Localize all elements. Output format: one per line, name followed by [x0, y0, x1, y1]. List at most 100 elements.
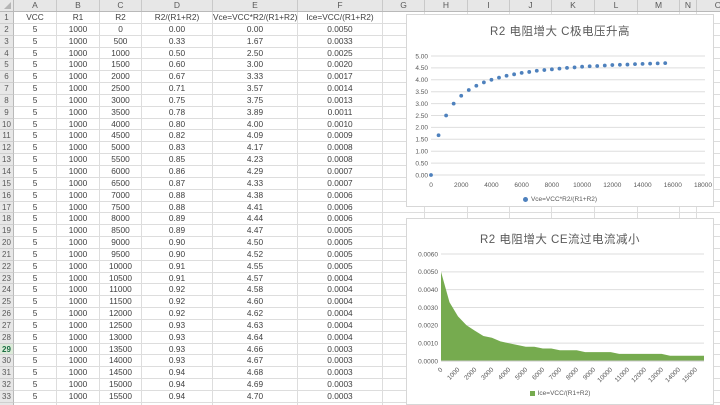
cell[interactable]: 14000: [100, 355, 142, 367]
select-all-corner[interactable]: [0, 0, 14, 11]
cell[interactable]: 0.0005: [298, 261, 383, 273]
cell[interactable]: 0.88: [142, 202, 213, 214]
row-header-22[interactable]: 22: [0, 261, 14, 273]
cell[interactable]: 0.94: [142, 367, 213, 379]
row-header-4[interactable]: 4: [0, 48, 14, 60]
cell[interactable]: 0.93: [142, 355, 213, 367]
cell[interactable]: 0.89: [142, 225, 213, 237]
cell[interactable]: 4.62: [213, 308, 298, 320]
cell[interactable]: 0.0020: [298, 59, 383, 71]
cell[interactable]: 1000: [100, 48, 142, 60]
row-header-19[interactable]: 19: [0, 225, 14, 237]
cell[interactable]: 0.0008: [298, 154, 383, 166]
column-header-k[interactable]: K: [552, 0, 595, 11]
cell[interactable]: 0: [100, 24, 142, 36]
row-header-31[interactable]: 31: [0, 367, 14, 379]
cell[interactable]: 0.71: [142, 83, 213, 95]
row-header-25[interactable]: 25: [0, 296, 14, 308]
row-header-2[interactable]: 2: [0, 24, 14, 36]
cell[interactable]: 0.0005: [298, 225, 383, 237]
cell[interactable]: VCC: [14, 12, 57, 24]
cell[interactable]: 4.09: [213, 130, 298, 142]
cell[interactable]: 0.93: [142, 344, 213, 356]
row-header-1[interactable]: 1: [0, 12, 14, 24]
cell[interactable]: 0.85: [142, 154, 213, 166]
cell[interactable]: 1000: [57, 308, 100, 320]
cell[interactable]: 7500: [100, 202, 142, 214]
cell[interactable]: 4500: [100, 130, 142, 142]
cell[interactable]: 1000: [57, 36, 100, 48]
cell[interactable]: 1.67: [213, 36, 298, 48]
cell[interactable]: 5: [14, 130, 57, 142]
row-header-10[interactable]: 10: [0, 119, 14, 131]
cell[interactable]: 0.78: [142, 107, 213, 119]
cell[interactable]: R1: [57, 12, 100, 24]
cell[interactable]: 1000: [57, 225, 100, 237]
cell[interactable]: 5: [14, 213, 57, 225]
cell[interactable]: 4000: [100, 119, 142, 131]
cell[interactable]: 0.0006: [298, 202, 383, 214]
cell[interactable]: R2: [100, 12, 142, 24]
cell[interactable]: Ice=VCC/(R1+R2): [298, 12, 383, 24]
cell[interactable]: 1000: [57, 48, 100, 60]
cell[interactable]: 0.92: [142, 284, 213, 296]
cell[interactable]: 4.57: [213, 273, 298, 285]
cell[interactable]: 5: [14, 71, 57, 83]
cell[interactable]: 1000: [57, 154, 100, 166]
cell[interactable]: 0.90: [142, 249, 213, 261]
cell[interactable]: 1000: [57, 332, 100, 344]
row-header-21[interactable]: 21: [0, 249, 14, 261]
column-header-o[interactable]: O: [697, 0, 720, 11]
cell[interactable]: 0.0004: [298, 284, 383, 296]
row-header-18[interactable]: 18: [0, 213, 14, 225]
cell[interactable]: 0.0004: [298, 332, 383, 344]
cell[interactable]: 5: [14, 379, 57, 391]
cell[interactable]: 5: [14, 261, 57, 273]
cell[interactable]: 0.0004: [298, 296, 383, 308]
cell[interactable]: 0.92: [142, 296, 213, 308]
row-header-28[interactable]: 28: [0, 332, 14, 344]
cell[interactable]: 0.82: [142, 130, 213, 142]
cell[interactable]: 1000: [57, 178, 100, 190]
cell[interactable]: 1000: [57, 95, 100, 107]
cell[interactable]: 0.90: [142, 237, 213, 249]
cell[interactable]: 0.0013: [298, 95, 383, 107]
row-header-27[interactable]: 27: [0, 320, 14, 332]
cell[interactable]: 0.50: [142, 48, 213, 60]
cell[interactable]: 5: [14, 332, 57, 344]
column-header-l[interactable]: L: [595, 0, 638, 11]
cell[interactable]: 4.58: [213, 284, 298, 296]
cell[interactable]: 1000: [57, 83, 100, 95]
cell[interactable]: R2/(R1+R2): [142, 12, 213, 24]
cell[interactable]: 0.0025: [298, 48, 383, 60]
cell[interactable]: 5: [14, 178, 57, 190]
row-header-32[interactable]: 32: [0, 379, 14, 391]
cell[interactable]: 1000: [57, 320, 100, 332]
cell[interactable]: 4.50: [213, 237, 298, 249]
row-header-11[interactable]: 11: [0, 130, 14, 142]
row-header-26[interactable]: 26: [0, 308, 14, 320]
cell[interactable]: 3000: [100, 95, 142, 107]
cell[interactable]: 0.0004: [298, 273, 383, 285]
cell[interactable]: 1000: [57, 119, 100, 131]
cell[interactable]: 12500: [100, 320, 142, 332]
cell[interactable]: 0.0004: [298, 308, 383, 320]
column-header-d[interactable]: D: [142, 0, 213, 11]
chart-ice-area[interactable]: 0.00000.00100.00200.00300.00400.00500.00…: [406, 218, 714, 405]
cell[interactable]: 0.0050: [298, 24, 383, 36]
row-header-8[interactable]: 8: [0, 95, 14, 107]
cell[interactable]: 1000: [57, 130, 100, 142]
cell[interactable]: 4.64: [213, 332, 298, 344]
cell[interactable]: 2500: [100, 83, 142, 95]
cell[interactable]: 1000: [57, 213, 100, 225]
cell[interactable]: 3.33: [213, 71, 298, 83]
cell[interactable]: 4.44: [213, 213, 298, 225]
cell[interactable]: 5: [14, 284, 57, 296]
cell[interactable]: 10500: [100, 273, 142, 285]
cell[interactable]: 0.88: [142, 190, 213, 202]
cell[interactable]: 5: [14, 142, 57, 154]
cell[interactable]: 4.52: [213, 249, 298, 261]
cell[interactable]: 3.75: [213, 95, 298, 107]
cell[interactable]: 5: [14, 355, 57, 367]
cell[interactable]: 9500: [100, 249, 142, 261]
